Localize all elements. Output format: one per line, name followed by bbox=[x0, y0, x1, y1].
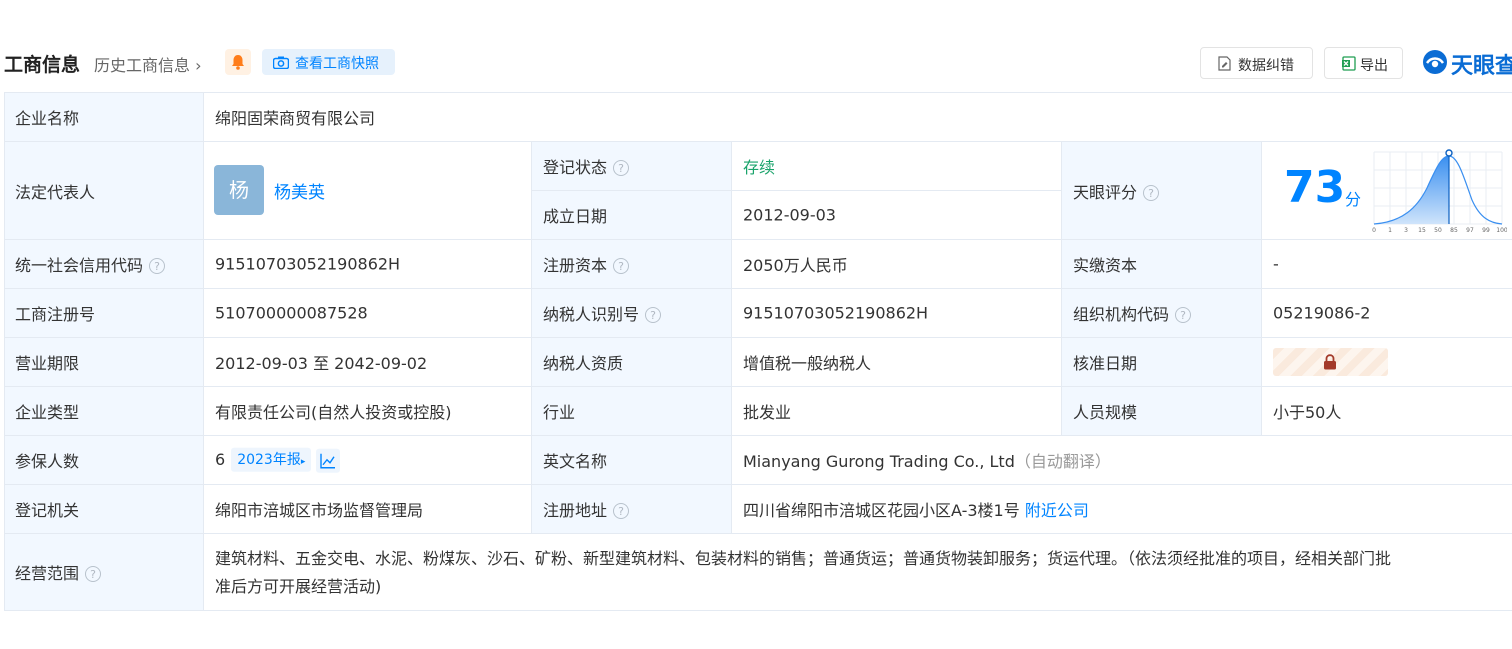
score-axis-tick: 1 bbox=[1388, 227, 1392, 234]
data-correction-label: 数据纠错 bbox=[1238, 58, 1294, 74]
score-axis-tick: 100 bbox=[1496, 227, 1507, 234]
legal-rep-name-link[interactable]: 杨美英 bbox=[274, 178, 325, 203]
value-business-scope: 建筑材料、五金交电、水泥、粉煤灰、沙石、矿粉、新型建筑材料、包装材料的销售；普通… bbox=[204, 534, 1512, 611]
section-header: 工商信息 历史工商信息 › 查看工商快照 数据纠错 导出 天眼查 bbox=[0, 44, 1512, 84]
label-approval-date: 核准日期 bbox=[1062, 338, 1262, 387]
trend-chart-button[interactable] bbox=[316, 448, 341, 473]
value-english-name: Mianyang Gurong Trading Co., Ltd（自动翻译） bbox=[732, 436, 1512, 485]
value-insured: 6 2023年报▸ bbox=[204, 436, 532, 485]
value-legal-rep: 杨 杨美英 bbox=[204, 142, 532, 240]
label-reg-authority: 登记机关 bbox=[4, 485, 204, 534]
score-axis-tick: 99 bbox=[1482, 227, 1490, 234]
value-staff-size: 小于50人 bbox=[1262, 387, 1512, 436]
label-credit-code: 统一社会信用代码? bbox=[4, 240, 204, 289]
value-tianyan-score[interactable]: 73 分 0 1 3 15 50 85 97 99 100 bbox=[1262, 142, 1512, 240]
label-company-name: 企业名称 bbox=[4, 92, 204, 142]
label-business-scope: 经营范围? bbox=[4, 534, 204, 611]
tianyancha-eye-icon bbox=[1423, 50, 1447, 74]
label-legal-rep: 法定代表人 bbox=[4, 142, 204, 240]
score-axis-tick: 0 bbox=[1372, 227, 1376, 234]
label-taxpayer-type: 纳税人资质 bbox=[532, 338, 732, 387]
scope-line-2: 准后方可开展经营活动) bbox=[215, 577, 382, 596]
value-business-term: 2012-09-03 至 2042-09-02 bbox=[204, 338, 532, 387]
notify-button[interactable] bbox=[225, 49, 251, 75]
help-icon[interactable]: ? bbox=[1143, 184, 1160, 201]
value-taxpayer-type: 增值税一般纳税人 bbox=[732, 338, 1062, 387]
avatar: 杨 bbox=[214, 165, 264, 215]
history-link[interactable]: 历史工商信息 › bbox=[94, 52, 202, 76]
label-english-name: 英文名称 bbox=[532, 436, 732, 485]
excel-icon bbox=[1342, 56, 1356, 71]
label-industry: 行业 bbox=[532, 387, 732, 436]
value-taxpayer-id: 91510703052190862H bbox=[732, 289, 1062, 338]
score-axis-tick: 97 bbox=[1466, 227, 1474, 234]
score-distribution-chart: 0 1 3 15 50 85 97 99 100 bbox=[1372, 149, 1507, 234]
edit-doc-icon bbox=[1218, 56, 1231, 71]
export-button[interactable]: 导出 bbox=[1324, 47, 1403, 79]
chevron-right-icon: › bbox=[195, 56, 202, 75]
help-icon[interactable]: ? bbox=[645, 307, 662, 323]
help-icon[interactable]: ? bbox=[613, 160, 630, 176]
value-approval-date bbox=[1262, 338, 1512, 387]
value-credit-code: 91510703052190862H bbox=[204, 240, 532, 289]
export-label: 导出 bbox=[1360, 58, 1388, 74]
data-correction-button[interactable]: 数据纠错 bbox=[1200, 47, 1313, 79]
score-axis-tick: 50 bbox=[1434, 227, 1442, 234]
nearby-companies-link[interactable]: 附近公司 bbox=[1025, 501, 1089, 520]
snapshot-label: 查看工商快照 bbox=[295, 56, 379, 72]
snapshot-button[interactable]: 查看工商快照 bbox=[262, 49, 395, 75]
help-icon[interactable]: ? bbox=[149, 258, 166, 274]
history-link-label: 历史工商信息 bbox=[94, 56, 191, 75]
lock-icon bbox=[1324, 354, 1336, 370]
value-reg-authority: 绵阳市涪城区市场监督管理局 bbox=[204, 485, 532, 534]
label-org-code: 组织机构代码? bbox=[1062, 289, 1262, 338]
label-company-type: 企业类型 bbox=[4, 387, 204, 436]
section-title: 工商信息 bbox=[4, 54, 81, 76]
label-reg-status: 登记状态? bbox=[532, 142, 732, 191]
score-number: 73 bbox=[1284, 162, 1346, 213]
value-company-type: 有限责任公司(自然人投资或控股) bbox=[204, 387, 532, 436]
value-paid-capital: - bbox=[1262, 240, 1512, 289]
caret-right-icon: ▸ bbox=[300, 456, 306, 467]
label-insured: 参保人数 bbox=[4, 436, 204, 485]
help-icon[interactable]: ? bbox=[1175, 307, 1192, 323]
annual-report-tag[interactable]: 2023年报▸ bbox=[231, 447, 312, 472]
score-unit: 分 bbox=[1345, 190, 1362, 209]
value-found-date: 2012-09-03 bbox=[732, 191, 1062, 240]
value-reg-status: 存续 bbox=[732, 142, 1062, 191]
scope-line-1: 建筑材料、五金交电、水泥、粉煤灰、沙石、矿粉、新型建筑材料、包装材料的销售；普通… bbox=[215, 549, 1392, 568]
value-reg-address: 四川省绵阳市涪城区花园小区A-3楼1号 附近公司 bbox=[732, 485, 1512, 534]
value-reg-number: 510700000087528 bbox=[204, 289, 532, 338]
score-axis-tick: 15 bbox=[1418, 227, 1426, 234]
insured-count: 6 bbox=[215, 449, 226, 469]
brand-text: 天眼查 bbox=[1451, 54, 1512, 79]
auto-translate-note: （自动翻译） bbox=[1014, 452, 1111, 471]
label-reg-number: 工商注册号 bbox=[4, 289, 204, 338]
label-business-term: 营业期限 bbox=[4, 338, 204, 387]
label-reg-capital: 注册资本? bbox=[532, 240, 732, 289]
score-axis-tick: 3 bbox=[1404, 227, 1408, 234]
line-chart-icon bbox=[320, 453, 336, 468]
business-info-table: 企业名称 绵阳固荣商贸有限公司 法定代表人 杨 杨美英 登记状态? 存续 成立日… bbox=[4, 92, 1512, 611]
label-taxpayer-id: 纳税人识别号? bbox=[532, 289, 732, 338]
value-org-code: 05219086-2 bbox=[1262, 289, 1512, 338]
label-tianyan-score: 天眼评分? bbox=[1062, 142, 1262, 240]
help-icon[interactable]: ? bbox=[85, 566, 102, 582]
value-company-name: 绵阳固荣商贸有限公司 bbox=[204, 92, 1512, 142]
label-paid-capital: 实缴资本 bbox=[1062, 240, 1262, 289]
camera-icon bbox=[273, 56, 289, 69]
label-staff-size: 人员规模 bbox=[1062, 387, 1262, 436]
value-reg-capital: 2050万人民币 bbox=[732, 240, 1062, 289]
value-industry: 批发业 bbox=[732, 387, 1062, 436]
locked-value-button[interactable] bbox=[1273, 348, 1388, 376]
bell-icon bbox=[232, 55, 244, 70]
label-reg-address: 注册地址? bbox=[532, 485, 732, 534]
score-axis-tick: 85 bbox=[1450, 227, 1458, 234]
help-icon[interactable]: ? bbox=[613, 258, 630, 274]
help-icon[interactable]: ? bbox=[613, 503, 630, 519]
label-found-date: 成立日期 bbox=[532, 191, 732, 240]
